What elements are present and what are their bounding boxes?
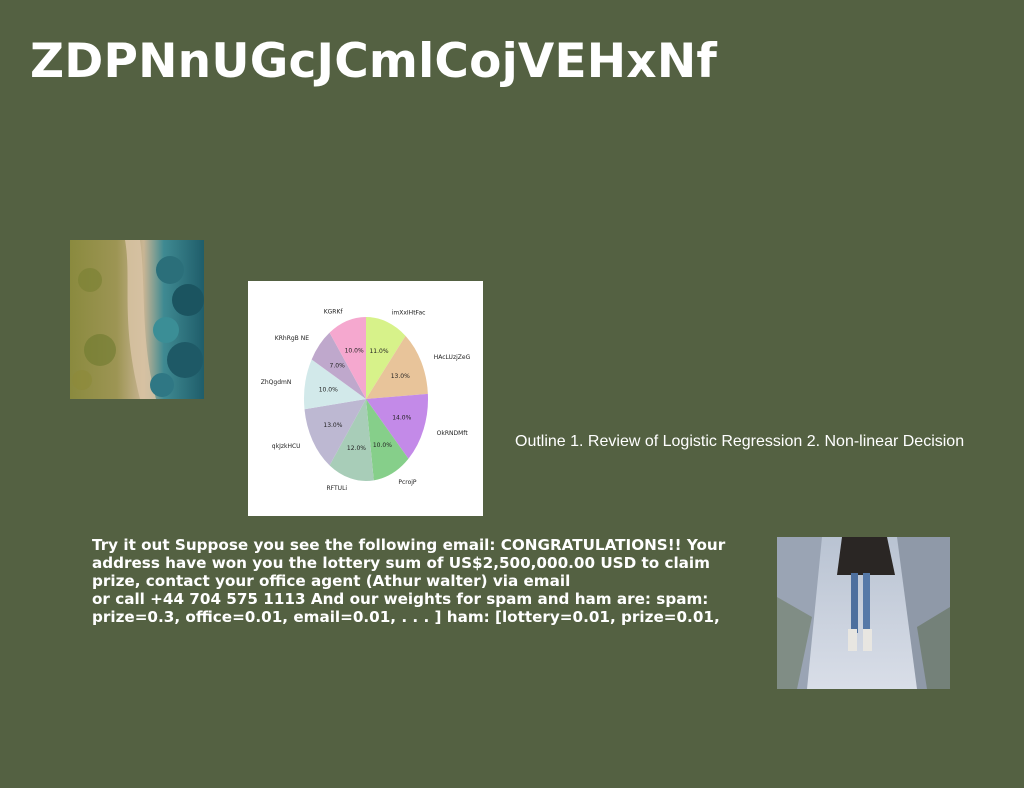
pie-category-label: imXxIHtFac bbox=[392, 309, 426, 316]
body-line: or call +44 704 575 1113 And our weights… bbox=[92, 590, 709, 608]
body-line: Try it out Suppose you see the following… bbox=[92, 536, 726, 554]
body-line: prize=0.3, office=0.01, email=0.01, . . … bbox=[92, 608, 720, 626]
pie-percent-label: 10.0% bbox=[345, 348, 364, 355]
pie-percent-label: 10.0% bbox=[319, 386, 338, 393]
pie-category-label: RFTULi bbox=[327, 485, 348, 492]
pie-category-label: qkJzkHCU bbox=[272, 443, 301, 450]
body-line: address have won you the lottery sum of … bbox=[92, 554, 710, 572]
pie-chart: 11.0% imXxIHtFac 13.0% HAcLUzjZeG 14.0% OkRND… bbox=[248, 281, 483, 516]
pie-category-label: PcrojP bbox=[398, 479, 417, 486]
pie-percent-label: 14.0% bbox=[392, 415, 411, 422]
landscape-photo bbox=[70, 240, 204, 399]
body-line: prize, contact your office agent (Athur … bbox=[92, 572, 571, 590]
pie-category-label: KGRKf bbox=[324, 309, 344, 316]
pie-category-label: KRhRgB NE bbox=[275, 335, 309, 342]
outline-text: Outline 1. Review of Logistic Regression… bbox=[515, 433, 965, 450]
slide-title: ZDPNnUGcJCmlCojVEHxNf bbox=[30, 34, 718, 89]
pie-percent-label: 10.0% bbox=[373, 442, 392, 449]
pie-percent-label: 12.0% bbox=[347, 445, 366, 452]
pie-percent-label: 13.0% bbox=[323, 422, 342, 429]
pie-percent-label: 13.0% bbox=[391, 373, 410, 380]
pie-category-label: HAcLUzjZeG bbox=[434, 354, 471, 361]
pie-percent-label: 7.0% bbox=[330, 362, 346, 369]
pie-category-label: OkRNDMft bbox=[437, 430, 469, 437]
person-photo bbox=[777, 537, 950, 689]
email-example-text: Try it out Suppose you see the following… bbox=[92, 536, 762, 626]
pie-category-label: ZhQgdmN bbox=[261, 379, 292, 386]
pie-percent-label: 11.0% bbox=[369, 348, 388, 355]
